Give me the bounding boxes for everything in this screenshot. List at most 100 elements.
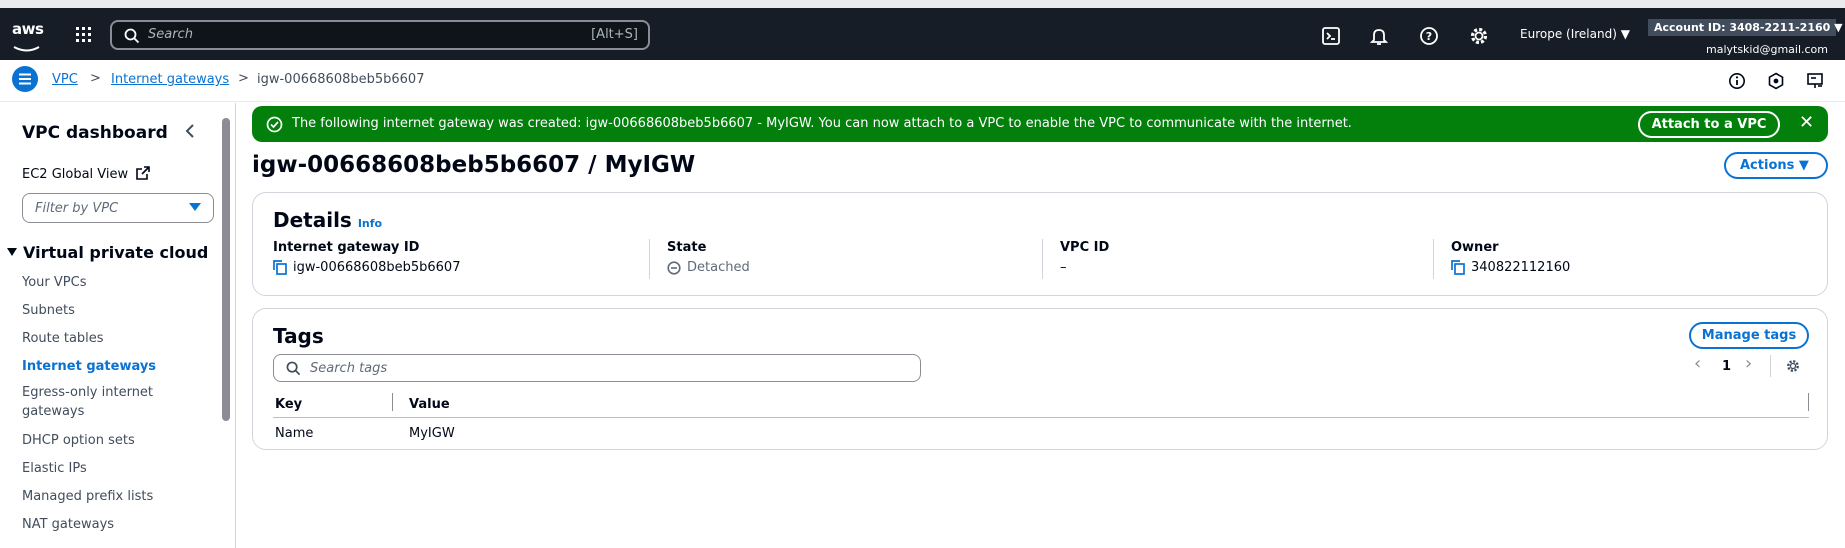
region-selector[interactable]: Europe (Ireland) ▼	[1520, 27, 1630, 41]
current-page-number[interactable]: 1	[1722, 359, 1731, 374]
tags-search-placeholder: Search tags	[310, 361, 388, 376]
details-title: Details	[273, 208, 352, 232]
sidebar-item-managed-prefix-lists[interactable]: Managed prefix lists	[22, 489, 153, 504]
cloudshell-icon[interactable]	[1320, 25, 1342, 47]
copy-icon[interactable]	[1451, 260, 1465, 275]
actions-dropdown-button[interactable]: Actions ▼	[1724, 152, 1828, 179]
previous-page-button[interactable]: ‹	[1694, 353, 1701, 374]
search-shortcut: [Alt+S]	[591, 27, 638, 42]
browser-strip	[0, 0, 1845, 8]
sidebar-item-route-tables[interactable]: Route tables	[22, 331, 104, 346]
tags-container: Tags Manage tags Search tags ‹ 1 › Key V…	[252, 308, 1828, 450]
navigation-toggle-button[interactable]	[12, 66, 38, 92]
sidebar-item-your-vpcs[interactable]: Your VPCs	[22, 275, 86, 290]
stopped-status-icon	[667, 260, 681, 275]
column-divider	[1433, 239, 1434, 279]
hamburger-icon	[19, 73, 31, 85]
feedback-icon[interactable]	[1767, 72, 1785, 90]
account-menu[interactable]: Account ID: 3408-2211-2160 ▼	[1648, 19, 1843, 36]
pager-divider	[1770, 355, 1771, 377]
manage-tags-button[interactable]: Manage tags	[1689, 322, 1809, 349]
collapse-sidebar-button[interactable]	[183, 123, 197, 143]
search-icon	[124, 28, 140, 44]
global-search-input[interactable]: Search [Alt+S]	[110, 20, 650, 50]
dismiss-flash-button[interactable]: ✕	[1799, 112, 1814, 133]
field-label: State	[667, 240, 707, 255]
attach-to-vpc-button[interactable]: Attach to a VPC	[1638, 111, 1780, 138]
table-cell-key: Name	[275, 426, 314, 441]
details-container: Details Info Internet gateway ID igw-0066…	[252, 192, 1828, 296]
field-label: Owner	[1451, 240, 1499, 255]
user-email[interactable]: malytskid@gmail.com	[1706, 43, 1828, 56]
filter-by-vpc-select[interactable]: Filter by VPC	[22, 193, 214, 223]
column-divider	[649, 239, 650, 279]
sidebar-section-virtual-private-cloud[interactable]: Virtual private cloud	[6, 243, 208, 262]
side-navigation: VPC dashboard EC2 Global View Filter by …	[0, 103, 236, 548]
aws-logo[interactable]: aws	[12, 20, 44, 52]
smile-icon	[13, 46, 40, 52]
sidebar-item-internet-gateways[interactable]: Internet gateways	[22, 359, 156, 374]
field-label: VPC ID	[1060, 240, 1110, 255]
help-icon[interactable]: ?	[1418, 25, 1440, 47]
logo-text: aws	[12, 20, 44, 38]
field-state: State Detached	[667, 240, 750, 280]
column-resizer[interactable]	[1808, 393, 1809, 411]
filter-placeholder: Filter by VPC	[35, 201, 119, 216]
gear-icon[interactable]	[1785, 358, 1801, 374]
caret-down-icon	[7, 248, 17, 256]
external-link-icon	[136, 166, 151, 180]
top-navigation: aws Search [Alt+S] ? Europe (Ireland) ▼ …	[0, 8, 1845, 60]
sidebar-item-ec2-global-view[interactable]: EC2 Global View	[22, 166, 151, 182]
info-link[interactable]: Info	[358, 217, 382, 230]
sidebar-item-label-line-2: gateways	[22, 404, 85, 419]
field-vpc-id: VPC ID –	[1060, 240, 1109, 280]
apps-grid-icon[interactable]	[74, 25, 94, 45]
sidebar-item-subnets[interactable]: Subnets	[22, 303, 75, 318]
breadcrumb-internet-gateways[interactable]: Internet gateways	[111, 72, 229, 87]
sidebar-title[interactable]: VPC dashboard	[22, 123, 168, 143]
next-page-button[interactable]: ›	[1745, 353, 1752, 374]
sidebar-item-dhcp-option-sets[interactable]: DHCP option sets	[22, 433, 135, 448]
field-value: 340822112160	[1471, 260, 1571, 275]
column-resizer[interactable]	[392, 393, 393, 411]
tags-title: Tags	[273, 324, 324, 348]
column-divider	[1042, 239, 1043, 279]
sidebar-scrollbar[interactable]	[222, 118, 230, 421]
display-settings-icon[interactable]	[1806, 72, 1824, 90]
gear-icon[interactable]	[1468, 25, 1490, 47]
breadcrumb-separator: >	[238, 71, 249, 86]
field-owner: Owner 340822112160	[1451, 240, 1570, 280]
chevron-left-icon	[185, 124, 194, 138]
sidebar-item-elastic-ips[interactable]: Elastic IPs	[22, 461, 87, 476]
column-header-value[interactable]: Value	[409, 397, 450, 412]
breadcrumb-vpc[interactable]: VPC	[52, 72, 78, 87]
field-label: Internet gateway ID	[273, 240, 420, 255]
field-internet-gateway-id: Internet gateway ID igw-00668608beb5b660…	[273, 240, 460, 280]
field-value: igw-00668608beb5b6607	[293, 260, 461, 275]
caret-down-icon	[189, 203, 201, 211]
column-header-key[interactable]: Key	[275, 397, 302, 412]
table-header-divider	[273, 417, 1809, 418]
table-cell-value: MyIGW	[409, 426, 455, 441]
sidebar-item-nat-gateways[interactable]: NAT gateways	[22, 517, 114, 532]
breadcrumb-bar: VPC > Internet gateways > igw-00668608be…	[0, 60, 1845, 102]
field-value: –	[1060, 260, 1067, 275]
sidebar-item-egress-only-internet-gateways[interactable]: Egress-only internet gateways	[22, 385, 153, 419]
section-label: Virtual private cloud	[23, 243, 209, 262]
success-check-icon	[266, 116, 283, 133]
sidebar-item-label: EC2 Global View	[22, 167, 129, 182]
success-flashbar: The following internet gateway was creat…	[252, 106, 1828, 142]
field-value: Detached	[687, 260, 750, 275]
search-icon	[286, 361, 301, 376]
svg-text:?: ?	[1426, 30, 1432, 43]
flash-message: The following internet gateway was creat…	[292, 116, 1352, 131]
breadcrumb-separator: >	[90, 71, 101, 86]
search-placeholder: Search	[148, 27, 193, 42]
info-icon[interactable]	[1728, 72, 1746, 90]
copy-icon[interactable]	[273, 260, 287, 275]
details-heading: Details Info	[273, 208, 382, 232]
sidebar-item-label-line-1: Egress-only internet	[22, 385, 154, 400]
tags-search-input[interactable]: Search tags	[273, 354, 921, 382]
breadcrumb-current: igw-00668608beb5b6607	[257, 72, 425, 87]
bell-icon[interactable]	[1368, 25, 1390, 47]
